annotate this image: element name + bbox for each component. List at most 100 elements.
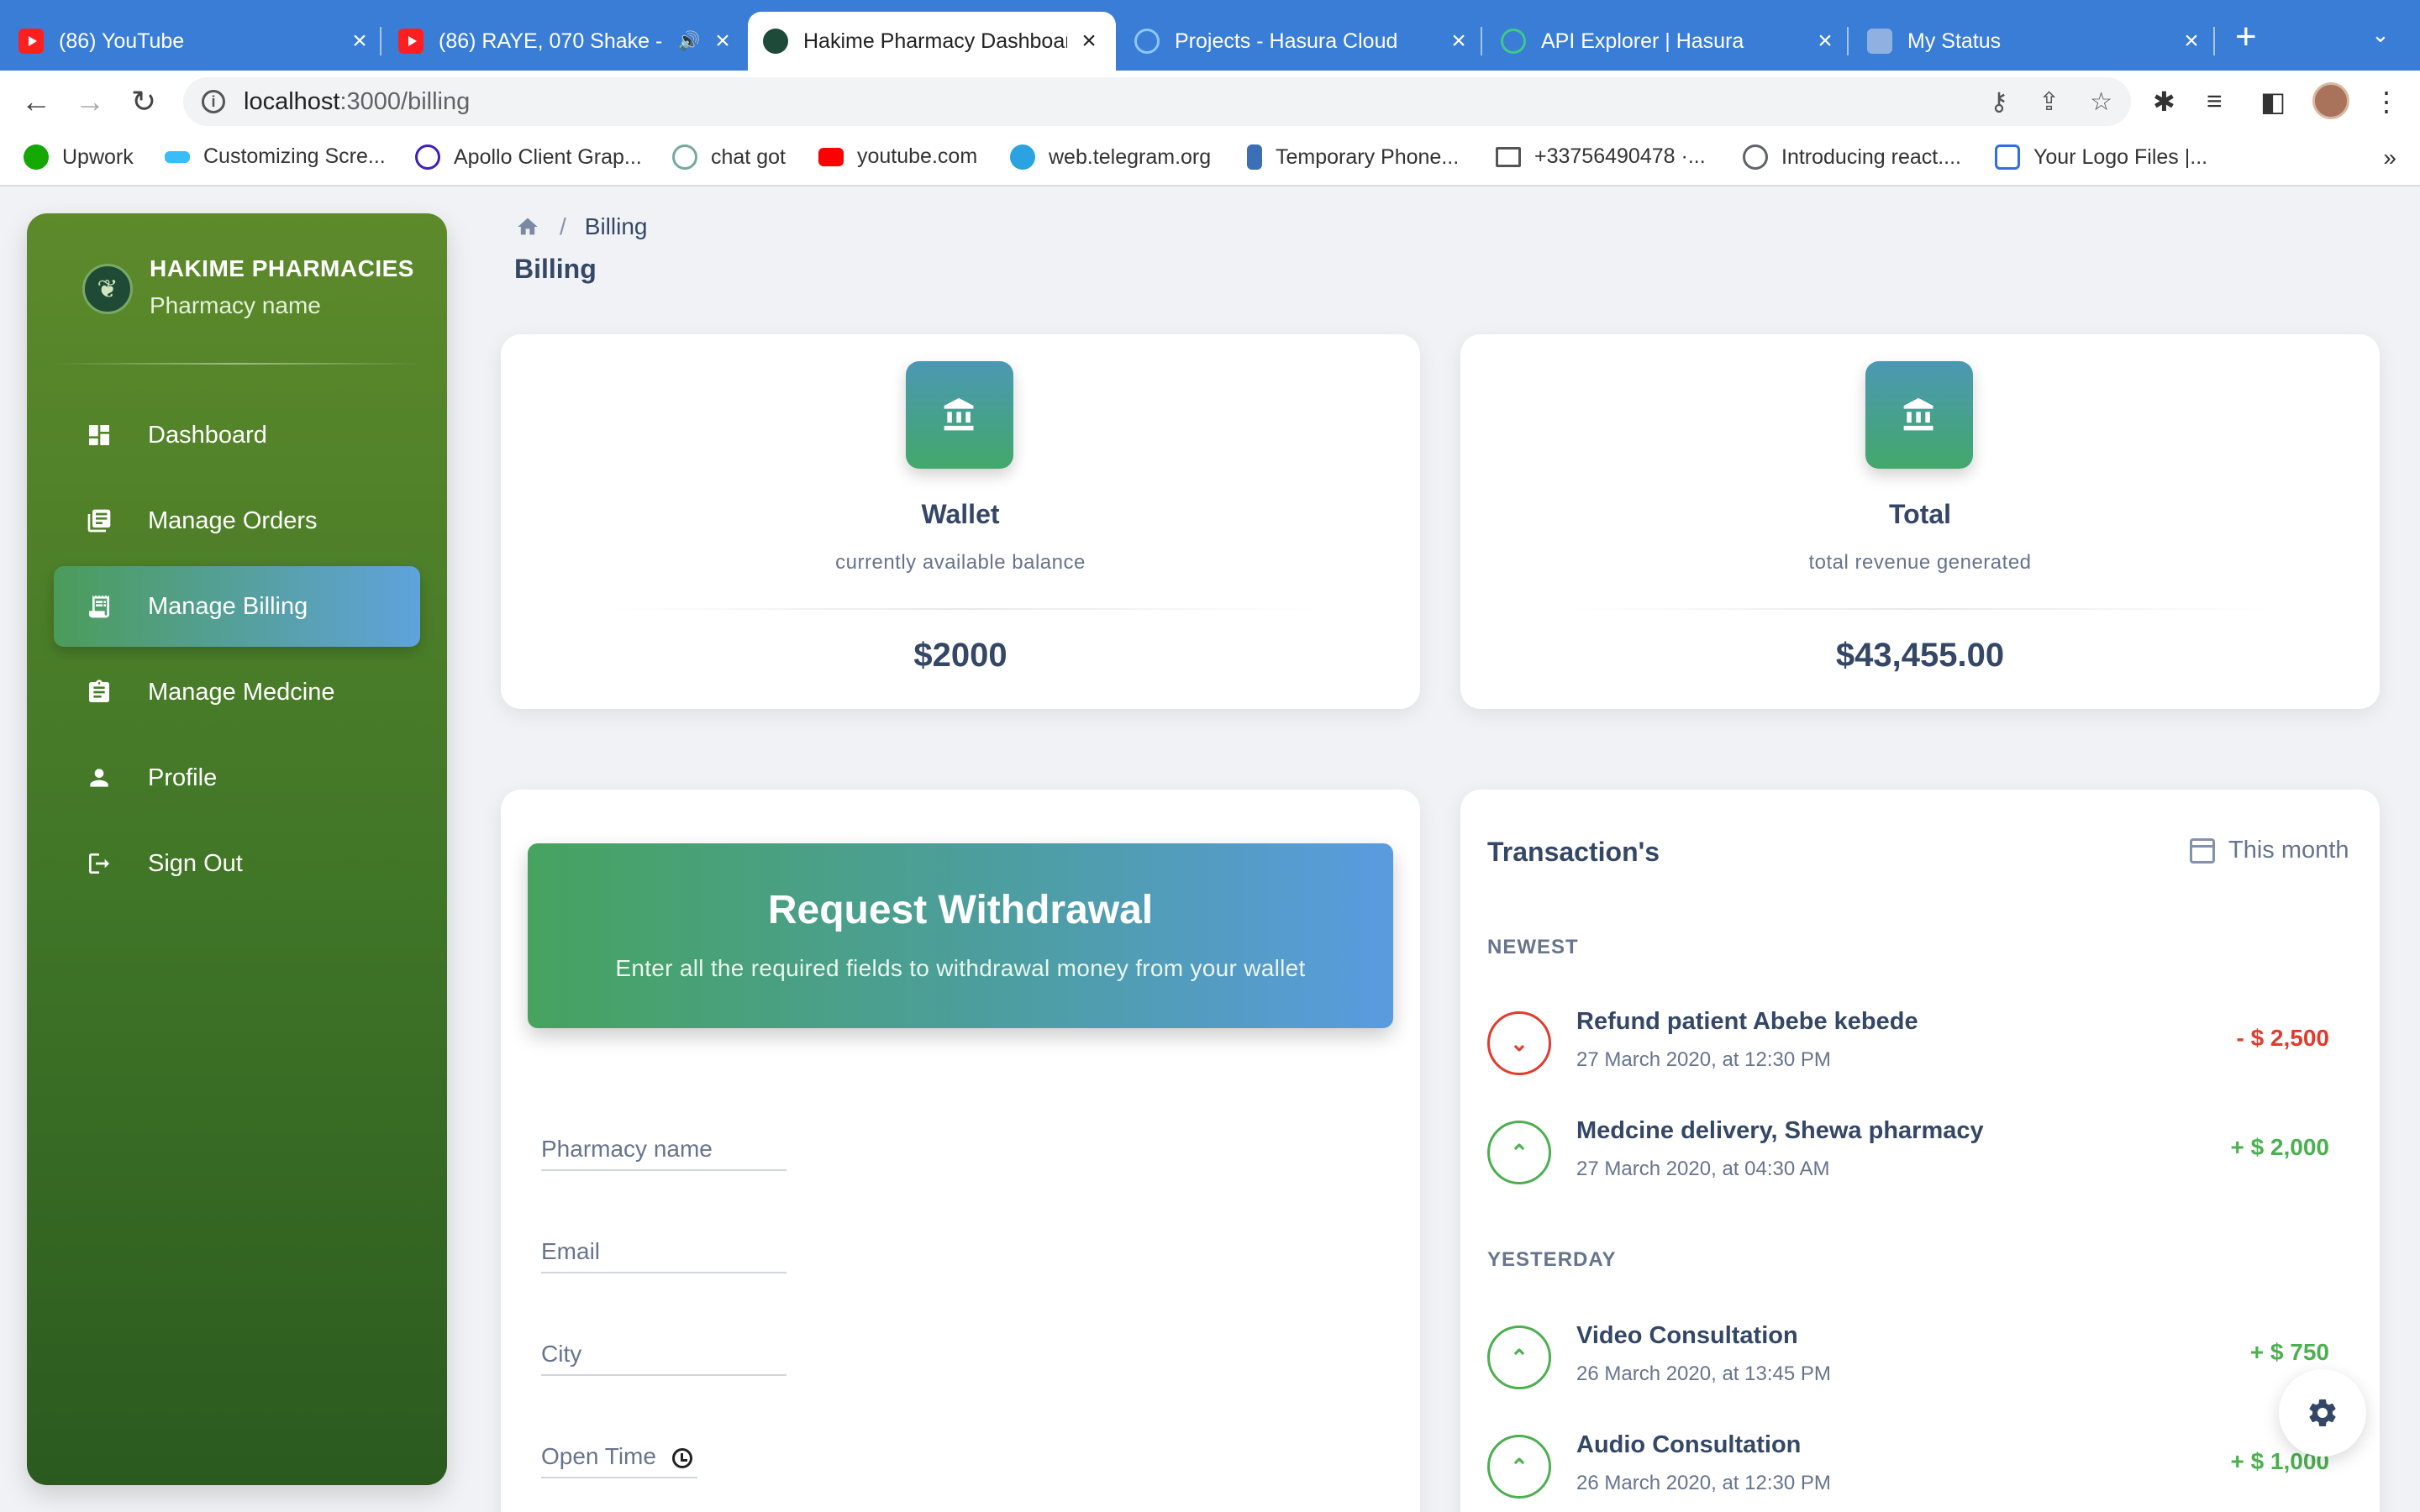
transaction-group-label: YESTERDAY [1487,1248,1617,1271]
key-icon[interactable]: ⚷ [1990,87,2008,117]
withdrawal-subtitle: Enter all the required fields to withdra… [615,955,1306,981]
transaction-date: 26 March 2020, at 12:30 PM [1576,1472,1831,1494]
sidebar-item-label: Sign Out [148,849,243,877]
sidebar-item-sign-out[interactable]: Sign Out [54,823,420,904]
audio-playing-icon[interactable]: 🔊 [677,30,701,52]
browser-tab[interactable]: Projects - Hasura Cloud × [1134,12,1470,71]
browser-tab[interactable]: API Explorer | Hasura × [1501,12,1837,71]
openai-icon [672,144,697,170]
bookmark-item[interactable]: youtube.com [818,144,977,169]
card-divider [602,608,1319,610]
bookmark-item[interactable]: Apollo Client Grap... [415,144,642,170]
pharmacy-name-input[interactable] [541,1121,786,1169]
bookmark-item[interactable]: Introducing react.... [1743,144,1961,170]
calendar-icon [2190,837,2215,864]
browser-tab[interactable]: My Status × [1867,12,2203,71]
close-tab-icon[interactable]: × [1077,27,1101,55]
transaction-row[interactable]: ⌃ Video Consultation 26 March 2020, at 1… [1487,1319,2329,1394]
clock-icon[interactable] [672,1448,692,1468]
bank-icon [1865,361,1973,469]
bookmark-item[interactable]: Temporary Phone... [1247,144,1459,170]
transaction-amount: - $ 2,500 [2236,1025,2329,1051]
bookmark-star-icon[interactable]: ☆ [2090,87,2112,117]
side-panel-icon[interactable]: ◧ [2260,86,2286,118]
sidebar-item-profile[interactable]: Profile [54,738,420,818]
transaction-row[interactable]: ⌃ Audio Consultation 26 March 2020, at 1… [1487,1428,2329,1504]
sidebar-item-label: Manage Medcine [148,678,335,706]
bookmark-item[interactable]: web.telegram.org [1010,144,1211,170]
more-bookmarks-button[interactable]: » [2383,144,2396,171]
city-input[interactable] [541,1326,786,1374]
sidebar-item-dashboard[interactable]: Dashboard [54,395,420,475]
logo-files-icon [1995,144,2020,170]
close-tab-icon[interactable]: × [711,27,734,55]
reload-icon[interactable]: ↻ [124,82,163,121]
browser-toolbar: ← → ↻ i localhost:3000/billing ⚷ ⇪ ☆ ✱ ≡… [0,71,2420,133]
tab-separator [1481,27,1482,55]
sidebar-item-label: Manage Orders [148,507,318,534]
sidebar-item-orders[interactable]: Manage Orders [54,480,420,561]
sidebar-item-label: Profile [148,764,218,791]
sidebar-item-billing[interactable]: Manage Billing [54,566,420,647]
transaction-row[interactable]: ⌃ Medcine delivery, Shewa pharmacy 27 Ma… [1487,1114,2329,1189]
bookmark-item[interactable]: Customizing Scre... [165,144,386,169]
tab-title: My Status [1907,29,2002,53]
transaction-group-label: NEWEST [1487,936,1579,958]
sidebar-item-medicine[interactable]: Manage Medcine [54,652,420,732]
open-time-field[interactable] [541,1428,697,1478]
browser-menu-icon[interactable]: ⋮ [2373,86,2400,118]
bookmark-item[interactable]: Your Logo Files |... [1995,144,2207,170]
home-icon[interactable] [516,215,539,239]
forward-arrow-icon[interactable]: → [71,82,109,121]
date-filter[interactable]: This month [2190,837,2349,864]
brand-name: HAKIME PHARMACIES [150,255,414,281]
media-control-icon[interactable]: ≡ [2207,86,2223,117]
tab-title: Projects - Hasura Cloud [1175,29,1398,53]
close-tab-icon[interactable]: × [2180,27,2203,55]
apollo-icon [415,144,440,170]
url-text[interactable]: localhost:3000/billing [244,88,470,116]
tab-title: (86) YouTube [59,29,185,53]
bookmark-item[interactable]: +33756490478 ·... [1496,144,1706,169]
share-icon[interactable]: ⇪ [2039,87,2060,117]
browser-tab[interactable]: (86) YouTube × [18,12,371,71]
new-tab-button[interactable]: + [2235,18,2257,55]
transaction-row[interactable]: ⌄ Refund patient Abebe kebede 27 March 2… [1487,1005,2329,1080]
bookmark-item[interactable]: chat got [672,144,786,170]
withdrawal-header: Request Withdrawal Enter all the require… [528,843,1393,1028]
react-icon [1743,144,1768,170]
close-tab-icon[interactable]: × [1447,27,1470,55]
dashboard-icon [82,418,116,452]
brand[interactable]: ❦ HAKIME PHARMACIES Pharmacy name [82,255,414,319]
pharmacy-name-field[interactable] [541,1121,786,1171]
sidebar: ❦ HAKIME PHARMACIES Pharmacy name Dashbo… [27,213,447,1485]
arrow-up-icon: ⌃ [1487,1435,1551,1499]
bookmark-item[interactable]: Upwork [24,144,134,170]
close-tab-icon[interactable]: × [1813,27,1837,55]
email-input[interactable] [541,1223,786,1272]
close-tab-icon[interactable]: × [348,27,371,55]
tab-search-chevron-icon[interactable]: ⌄ [2371,22,2390,48]
date-filter-label: This month [2228,837,2349,864]
transaction-amount: + $ 2,000 [2230,1134,2329,1160]
extensions-puzzle-icon[interactable]: ✱ [2153,86,2175,118]
total-revenue-card: Total total revenue generated $43,455.00 [1460,334,2380,709]
status-icon [1867,29,1892,54]
mail-icon [1496,146,1521,167]
phone-icon [1247,144,1262,170]
address-bar[interactable]: i localhost:3000/billing ⚷ ⇪ ☆ [183,77,2131,126]
profile-avatar[interactable] [2312,82,2349,119]
settings-button[interactable] [2279,1369,2366,1457]
bookmarks-bar: Upwork Customizing Scre... Apollo Client… [0,133,2420,186]
total-subtitle: total revenue generated [1808,551,2032,574]
email-field[interactable] [541,1223,786,1273]
tab-separator [2213,27,2215,55]
transaction-date: 27 March 2020, at 12:30 PM [1576,1048,1831,1071]
browser-tab-active[interactable]: Hakime Pharmacy Dashboard × [748,12,1116,71]
browser-tab[interactable]: (86) RAYE, 070 Shake - Escapism 🔊 × [398,12,734,71]
wallet-card: Wallet currently available balance $2000 [501,334,1420,709]
city-field[interactable] [541,1326,786,1376]
site-info-icon[interactable]: i [202,90,225,113]
billing-icon [82,590,116,623]
back-arrow-icon[interactable]: ← [17,82,55,121]
